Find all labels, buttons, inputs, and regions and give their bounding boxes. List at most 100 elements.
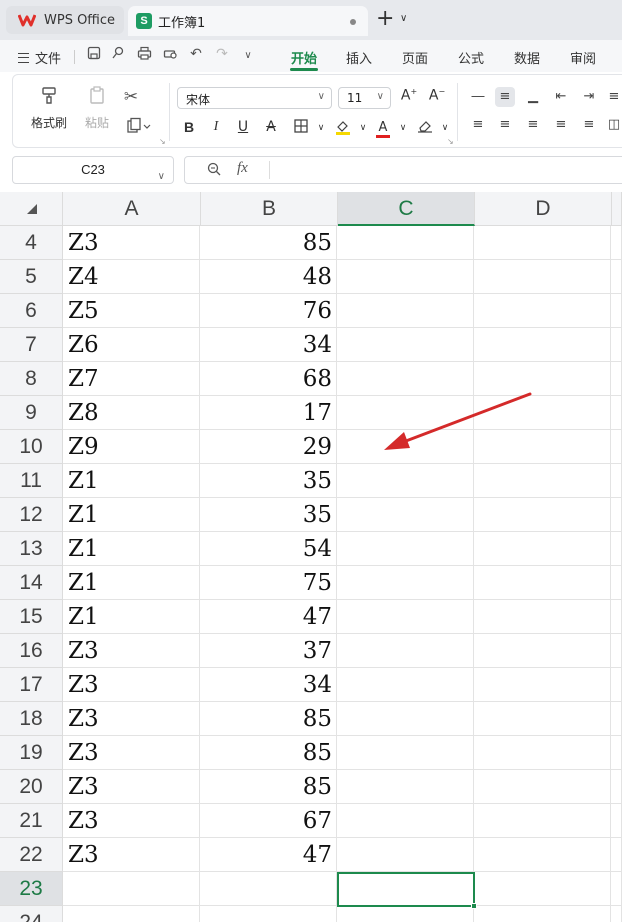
formula-bar[interactable]: fx [184, 156, 622, 184]
tab-list-chevron-icon[interactable]: ∨ [400, 13, 407, 24]
chevron-down-icon[interactable]: ∨ [353, 123, 373, 133]
distributed-icon[interactable]: ≡ [579, 115, 599, 135]
tab-insert[interactable]: 插入 [346, 48, 372, 67]
cell-e10[interactable] [611, 430, 622, 464]
zoom-search-icon[interactable] [207, 162, 221, 180]
cell-d22[interactable] [474, 838, 611, 872]
row-header[interactable]: 21 [0, 804, 63, 838]
cell-d13[interactable] [474, 532, 611, 566]
cell-b17[interactable]: 34 [200, 668, 337, 702]
text-direction-icon[interactable]: ≡ [607, 87, 621, 107]
align-right-icon[interactable]: ≡ [523, 115, 543, 135]
cell-c19[interactable] [337, 736, 474, 770]
cell-b10[interactable]: 29 [200, 430, 337, 464]
fill-color-icon[interactable] [333, 119, 353, 139]
cell-e7[interactable] [611, 328, 622, 362]
copy-icon[interactable] [123, 117, 155, 138]
cell-b24[interactable] [200, 906, 337, 922]
cell-c24[interactable] [337, 906, 474, 922]
cell-b13[interactable]: 54 [200, 532, 337, 566]
paste-button[interactable]: 粘贴 [75, 85, 119, 131]
cell-e18[interactable] [611, 702, 622, 736]
tab-formula[interactable]: 公式 [458, 48, 484, 67]
cell-a17[interactable]: Z3 [63, 668, 200, 702]
cell-d24[interactable] [474, 906, 611, 922]
cell-e6[interactable] [611, 294, 622, 328]
cell-a20[interactable]: Z3 [63, 770, 200, 804]
borders-icon[interactable] [291, 119, 311, 137]
cell-c20[interactable] [337, 770, 474, 804]
cell-d11[interactable] [474, 464, 611, 498]
file-menu-button[interactable]: 文件 [18, 48, 61, 67]
row-header[interactable]: 22 [0, 838, 63, 872]
cell-b12[interactable]: 35 [200, 498, 337, 532]
column-header-a[interactable]: A [63, 192, 201, 226]
tab-data[interactable]: 数据 [514, 48, 540, 67]
cell-d17[interactable] [474, 668, 611, 702]
cell-e8[interactable] [611, 362, 622, 396]
cell-b15[interactable]: 47 [200, 600, 337, 634]
decrease-indent-icon[interactable]: ⇤ [551, 87, 571, 107]
cell-a16[interactable]: Z3 [63, 634, 200, 668]
italic-icon[interactable]: I [206, 119, 226, 135]
bold-icon[interactable]: B [179, 119, 199, 135]
cell-c13[interactable] [337, 532, 474, 566]
row-header[interactable]: 11 [0, 464, 63, 498]
tab-page[interactable]: 页面 [402, 48, 428, 67]
cell-e15[interactable] [611, 600, 622, 634]
cell-b9[interactable]: 17 [200, 396, 337, 430]
cell-a22[interactable]: Z3 [63, 838, 200, 872]
wrap-text-icon[interactable]: ◫ [607, 115, 621, 135]
cell-b20[interactable]: 85 [200, 770, 337, 804]
cell-a10[interactable]: Z9 [63, 430, 200, 464]
row-header[interactable]: 8 [0, 362, 63, 396]
cell-e13[interactable] [611, 532, 622, 566]
name-box[interactable]: C23 ∨ [12, 156, 174, 184]
row-header[interactable]: 15 [0, 600, 63, 634]
fill-handle[interactable] [471, 903, 477, 909]
underline-icon[interactable]: U [233, 119, 253, 135]
cell-a11[interactable]: Z1 [63, 464, 200, 498]
row-header[interactable]: 13 [0, 532, 63, 566]
cell-d20[interactable] [474, 770, 611, 804]
cell-b11[interactable]: 35 [200, 464, 337, 498]
cell-b21[interactable]: 67 [200, 804, 337, 838]
redo-icon[interactable]: ↷ [212, 46, 232, 62]
fx-icon[interactable]: fx [237, 160, 248, 177]
save-icon[interactable] [84, 46, 104, 64]
row-header[interactable]: 5 [0, 260, 63, 294]
cell-c15[interactable] [337, 600, 474, 634]
cell-a23[interactable] [63, 872, 200, 906]
strikethrough-icon[interactable]: A [261, 119, 281, 135]
clear-format-icon[interactable] [415, 119, 435, 137]
unsaved-dot-icon[interactable] [350, 19, 356, 25]
row-header[interactable]: 16 [0, 634, 63, 668]
cell-d21[interactable] [474, 804, 611, 838]
cell-a12[interactable]: Z1 [63, 498, 200, 532]
cell-c17[interactable] [337, 668, 474, 702]
align-center-icon[interactable]: ≡ [495, 115, 515, 135]
font-dialog-launcher-icon[interactable]: ↘ [447, 137, 454, 146]
cell-b5[interactable]: 48 [200, 260, 337, 294]
chevron-down-icon[interactable]: ∨ [435, 123, 455, 133]
cut-icon[interactable]: ✂ [119, 87, 143, 107]
cell-e19[interactable] [611, 736, 622, 770]
cell-e16[interactable] [611, 634, 622, 668]
row-header[interactable]: 24 [0, 906, 63, 922]
row-header[interactable]: 9 [0, 396, 63, 430]
cell-b22[interactable]: 47 [200, 838, 337, 872]
quick-access-more-icon[interactable]: ∨ [238, 50, 258, 61]
cell-e23[interactable] [611, 872, 622, 906]
chevron-down-icon[interactable]: ∨ [311, 123, 331, 133]
cell-c18[interactable] [337, 702, 474, 736]
cell-a6[interactable]: Z5 [63, 294, 200, 328]
cell-a21[interactable]: Z3 [63, 804, 200, 838]
cell-e4[interactable] [611, 226, 622, 260]
column-header-d[interactable]: D [475, 192, 612, 226]
cell-c21[interactable] [337, 804, 474, 838]
cell-b6[interactable]: 76 [200, 294, 337, 328]
tab-home[interactable]: 开始 [291, 48, 317, 67]
cell-d7[interactable] [474, 328, 611, 362]
cell-a8[interactable]: Z7 [63, 362, 200, 396]
cell-b14[interactable]: 75 [200, 566, 337, 600]
